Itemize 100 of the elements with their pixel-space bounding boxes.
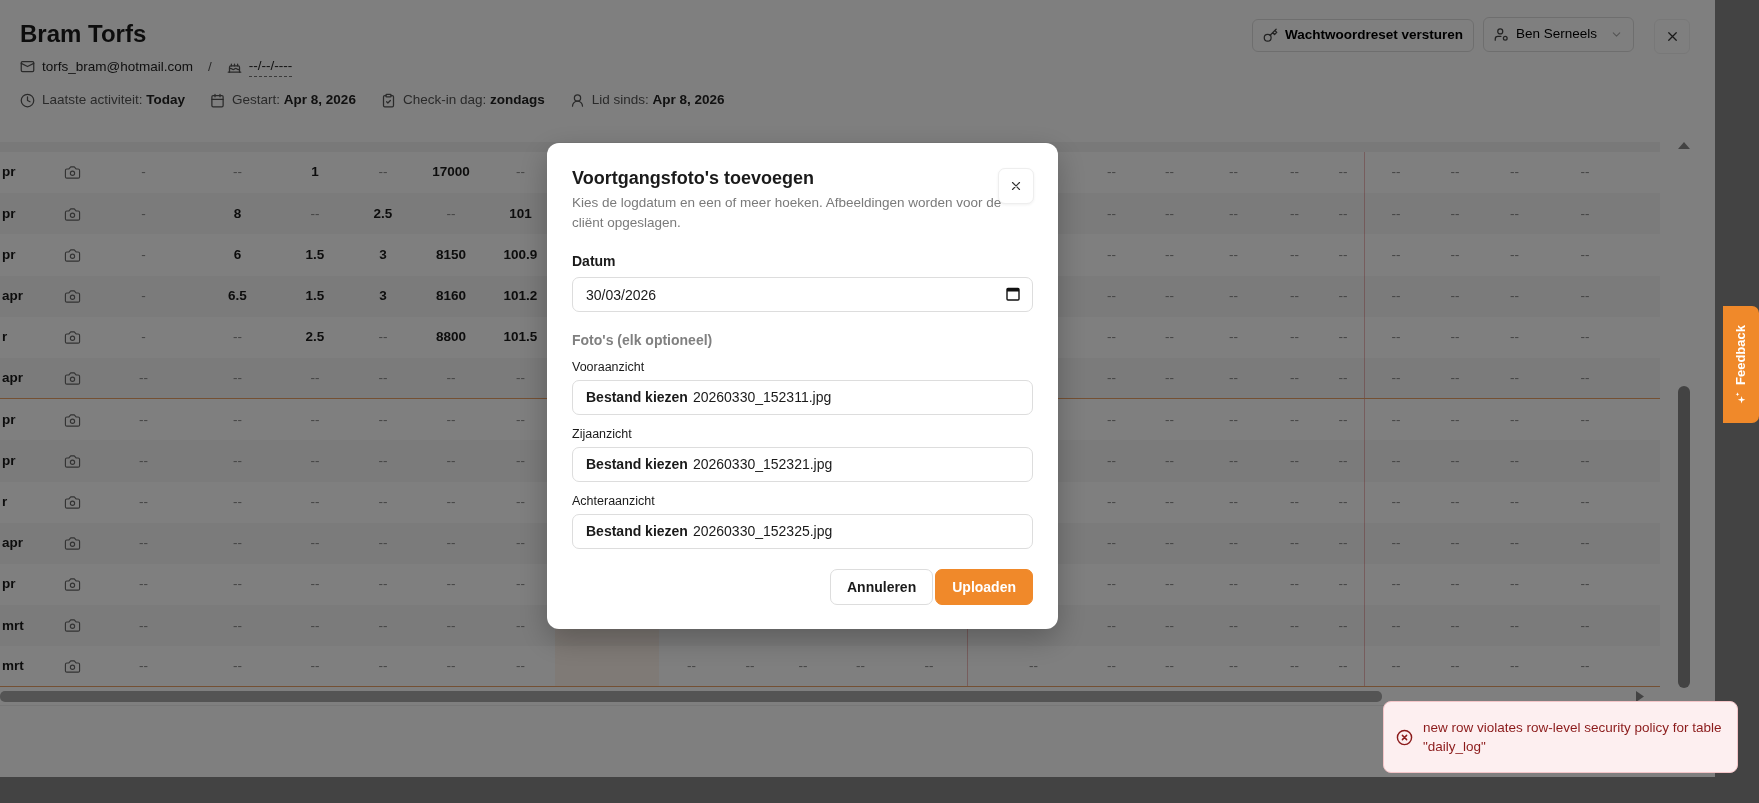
table-cell-text: -- <box>1337 534 1349 553</box>
table-cell-text: -- <box>1106 368 1117 387</box>
file-input[interactable]: Bestand kiezen 20260330_152321.jpg <box>572 447 1033 482</box>
table-cell-text: -- <box>309 410 321 429</box>
table-cell-text: -- <box>923 657 935 676</box>
table-cell: -- <box>1364 275 1427 317</box>
table-cell-text: -- <box>377 575 389 594</box>
table-cell-text: -- <box>1337 616 1349 635</box>
table-cell-text: -- <box>1106 616 1117 635</box>
table-cell-text: -- <box>1337 368 1349 387</box>
sparkle-icon <box>1734 391 1748 404</box>
table-cell-text: -- <box>515 657 526 676</box>
table-cell-text: 100.9 <box>502 245 539 264</box>
table-cell-text: -- <box>377 451 389 470</box>
table-cell-text: -- <box>1579 204 1591 223</box>
table-cell-text: -- <box>232 575 243 594</box>
table-cell-text: -- <box>1337 451 1349 470</box>
table-cell-text: -- <box>515 575 526 594</box>
table-cell-text: -- <box>1579 575 1591 594</box>
table-cell-text: -- <box>1579 534 1591 553</box>
table-cell-text: -- <box>1106 328 1117 347</box>
table-cell-text: - <box>140 204 147 223</box>
table-cell-text: -- <box>1337 328 1349 347</box>
camera-icon[interactable] <box>63 246 81 264</box>
table-cell-text: -- <box>1509 492 1520 511</box>
table-cell-text: -- <box>1337 410 1349 429</box>
table-cell-text: -- <box>138 616 149 635</box>
table-cell-text: -- <box>138 410 149 429</box>
table-cell-text: -- <box>377 534 389 553</box>
camera-icon[interactable] <box>63 369 81 387</box>
date-field[interactable]: 30/03/2026 <box>572 277 1033 312</box>
user-icon <box>569 92 585 108</box>
date-cell-text: apr <box>1 368 24 387</box>
mail-icon <box>20 59 35 74</box>
table-cell-text: -- <box>1289 287 1300 306</box>
table-cell-text: -- <box>1228 328 1239 347</box>
table-cell-text: -- <box>1509 204 1520 223</box>
table-cell-text: -- <box>1509 287 1520 306</box>
table-cell-text: -- <box>309 204 321 223</box>
table-cell-text: -- <box>1579 245 1591 264</box>
table-cell-text: 3 <box>378 245 388 264</box>
table-cell-text: -- <box>232 492 243 511</box>
field-label: Datum <box>572 252 617 271</box>
camera-icon[interactable] <box>63 452 81 470</box>
table-cell-text: -- <box>1579 657 1591 676</box>
cancel-button[interactable]: Annuleren <box>830 569 934 605</box>
coach-select[interactable]: Ben Serneels <box>1482 17 1634 52</box>
table-cell-text: -- <box>1509 368 1520 387</box>
password-reset-button[interactable]: Wachtwoordreset versturen <box>1251 19 1474 52</box>
table-cell-text: -- <box>1289 451 1300 470</box>
table-cell-text: -- <box>515 492 526 511</box>
toast-message: new row violates row-level security policy for table "daily_log" <box>1423 719 1723 756</box>
camera-icon[interactable] <box>63 576 81 594</box>
file-input[interactable]: Bestand kiezen 20260330_152325.jpg <box>572 514 1033 549</box>
camera-icon[interactable] <box>63 164 81 182</box>
camera-icon[interactable] <box>63 287 81 305</box>
table-cell-text: -- <box>445 410 457 429</box>
table-cell-text: -- <box>1164 451 1175 470</box>
camera-icon[interactable] <box>63 205 81 223</box>
table-cell-text: -- <box>1579 451 1591 470</box>
table-cell-text: -- <box>1449 368 1461 387</box>
table-cell-text: -- <box>1228 163 1239 182</box>
camera-icon[interactable] <box>63 329 81 347</box>
camera-icon[interactable] <box>63 658 81 676</box>
table-cell-text: -- <box>445 534 457 553</box>
close-button[interactable] <box>1654 19 1690 54</box>
birthdate-field[interactable]: --/--/---- <box>248 56 293 77</box>
table-cell-text: -- <box>1579 368 1591 387</box>
camera-icon[interactable] <box>63 617 81 635</box>
file-input[interactable]: Bestand kiezen 20260330_152311.jpg <box>572 380 1033 415</box>
camera-icon[interactable] <box>63 493 81 511</box>
table-cell-text: -- <box>1449 575 1461 594</box>
error-icon <box>1396 728 1413 746</box>
table-cell-text: -- <box>1228 368 1239 387</box>
table-cell-text: -- <box>1106 451 1117 470</box>
table-cell-text: -- <box>1449 410 1461 429</box>
table-cell-text: -- <box>1289 163 1300 182</box>
separator: / <box>208 57 212 76</box>
table-cell-text: -- <box>1509 575 1520 594</box>
table-cell-text: -- <box>1509 163 1520 182</box>
table-cell-text: -- <box>1106 163 1117 182</box>
table-cell-text: -- <box>1106 492 1117 511</box>
table-cell-text: 8150 <box>434 245 467 264</box>
table-cell-text: -- <box>445 657 457 676</box>
table-cell-text: -- <box>377 492 389 511</box>
table-cell-text: 8800 <box>434 328 467 347</box>
table-cell: -- <box>1364 481 1427 523</box>
table-cell-text: 8160 <box>434 287 467 306</box>
table-cell-text: -- <box>1337 575 1349 594</box>
camera-icon[interactable] <box>63 411 81 429</box>
calendar-icon[interactable] <box>1006 287 1020 301</box>
table-cell-text: -- <box>377 616 389 635</box>
table-cell-text: -- <box>232 368 243 387</box>
table-cell-text: -- <box>1449 204 1461 223</box>
date-cell-text: mrt <box>1 657 25 676</box>
camera-icon[interactable] <box>63 535 81 553</box>
table-cell-text: -- <box>232 328 243 347</box>
table-cell-text: -- <box>232 657 243 676</box>
table-cell-text: 3 <box>378 287 388 306</box>
table-cell-text: -- <box>1337 657 1349 676</box>
